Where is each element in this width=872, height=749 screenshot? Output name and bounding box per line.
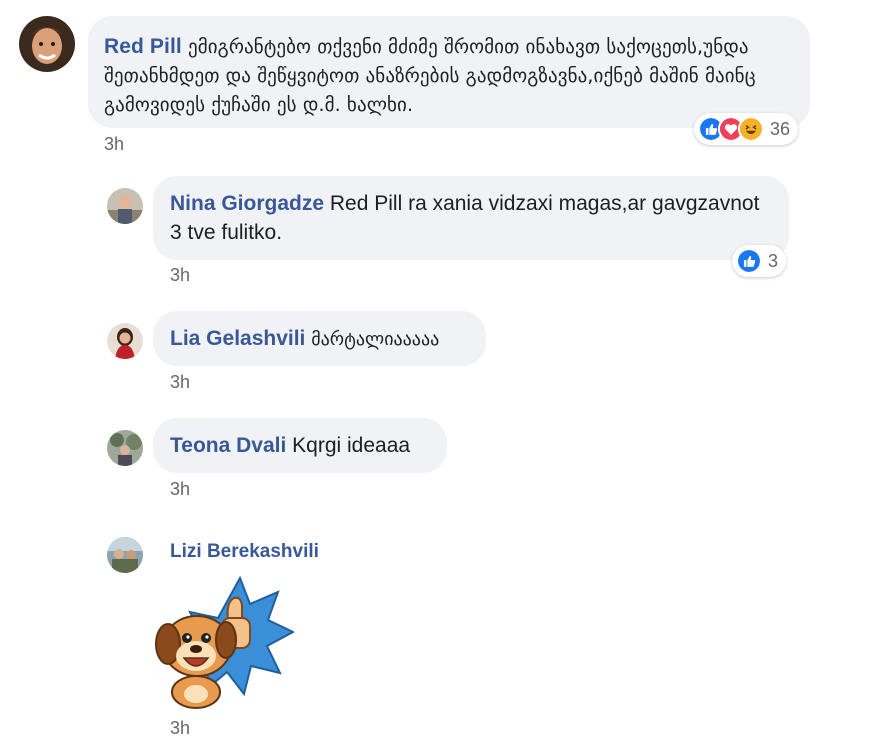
reply-author[interactable]: Lia Gelashvili (170, 327, 305, 350)
reactions-summary[interactable]: 36 (694, 113, 799, 145)
avatar[interactable] (107, 188, 143, 224)
reply-timestamp[interactable]: 3h (170, 479, 190, 500)
reply-text: Kqrgi ideaaa (292, 434, 411, 457)
reply-bubble: Lia Gelashvili მარტალიააააა (153, 311, 486, 366)
reply-author[interactable]: Nina Giorgadze (170, 192, 324, 215)
avatar[interactable] (107, 430, 143, 466)
haha-icon (738, 116, 764, 142)
reactions-summary[interactable]: 3 (732, 245, 787, 277)
reply-author[interactable]: Teona Dvali (170, 434, 286, 457)
comment-text: ემიგრანტებო თქვენი მძიმე შრომით ინახავთ … (104, 36, 756, 116)
reply-timestamp[interactable]: 3h (170, 718, 190, 739)
avatar[interactable] (107, 537, 143, 573)
avatar[interactable] (19, 16, 75, 72)
comment-bubble: Red Pill ემიგრანტებო თქვენი მძიმე შრომით… (88, 16, 810, 128)
reaction-count: 3 (768, 250, 779, 271)
avatar[interactable] (107, 323, 143, 359)
reply-author[interactable]: Lizi Berekashvili (170, 541, 319, 563)
comment-thread: Red Pill ემიგრანტებო თქვენი მძიმე შრომით… (0, 0, 872, 749)
reply-text: მარტალიააააა (311, 329, 440, 350)
reply-bubble: Nina Giorgadze Red Pill ra xania vidzaxi… (153, 176, 789, 260)
reply-timestamp[interactable]: 3h (170, 265, 190, 286)
reply-bubble: Teona Dvali Kqrgi ideaaa (153, 418, 447, 473)
comment-author[interactable]: Red Pill (104, 35, 182, 58)
comment-timestamp[interactable]: 3h (104, 134, 124, 155)
reaction-count: 36 (770, 118, 791, 139)
like-icon (736, 248, 762, 274)
dog-thumbs-up-sticker[interactable] (152, 574, 296, 710)
reply-timestamp[interactable]: 3h (170, 372, 190, 393)
